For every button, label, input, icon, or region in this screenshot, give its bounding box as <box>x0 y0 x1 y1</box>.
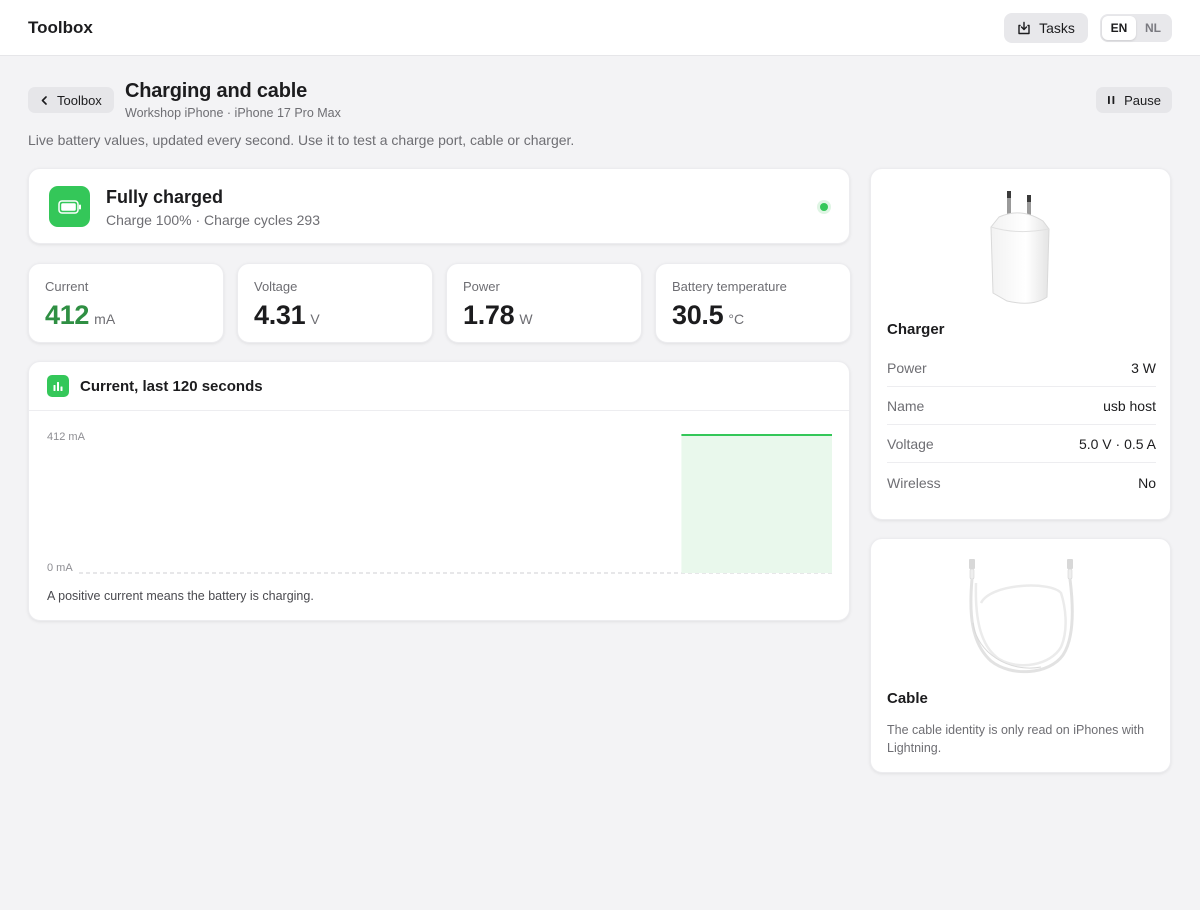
y-tick-label: 412 mA <box>47 431 86 443</box>
metric-number: 412 <box>45 300 90 330</box>
row-value: 3 W <box>1131 359 1156 376</box>
chart-title: Current, last 120 seconds <box>80 378 263 395</box>
page-title: Charging and cable <box>125 80 307 102</box>
top-bar: Toolbox Tasks EN NL <box>0 0 1200 56</box>
intro-text: Live battery values, updated every secon… <box>28 132 575 148</box>
metric-label: Battery temperature <box>672 279 787 294</box>
cable-title: Cable <box>887 690 928 707</box>
metric-label: Current <box>45 279 89 294</box>
language-en-option[interactable]: EN <box>1102 16 1136 40</box>
language-toggle: EN NL <box>1100 14 1172 42</box>
pause-label: Pause <box>1124 92 1161 108</box>
row-key: Name <box>887 397 925 414</box>
language-nl-option[interactable]: NL <box>1136 16 1170 40</box>
pause-icon <box>1108 96 1115 104</box>
charger-wireless-row: Wireless No <box>887 464 1156 502</box>
metric-unit: mA <box>94 311 116 327</box>
y-tick-label: 0 mA <box>47 562 73 574</box>
metric-voltage-card: Voltage 4.31 V <box>237 263 433 343</box>
charger-power-row: Power 3 W <box>887 349 1156 387</box>
cable-card: Cable The cable identity is only read on… <box>870 538 1171 773</box>
metric-number: 30.5 <box>672 300 724 330</box>
chart-header: Current, last 120 seconds <box>29 362 849 411</box>
metric-number: 4.31 <box>254 300 306 330</box>
series-area <box>681 435 832 573</box>
chevron-left-icon <box>41 95 47 105</box>
metric-unit: W <box>519 311 533 327</box>
back-button[interactable]: Toolbox <box>28 87 114 113</box>
current-chart-plot: 412 mA 0 mA <box>47 431 832 574</box>
metric-power-card: Power 1.78 W <box>446 263 642 343</box>
metric-label: Power <box>463 279 500 294</box>
tasks-button[interactable]: Tasks <box>1004 13 1088 43</box>
status-title: Fully charged <box>106 187 224 207</box>
battery-full-icon <box>57 199 81 214</box>
charger-image <box>990 191 1050 304</box>
charger-card: Charger Power 3 W Name usb host Voltage … <box>870 168 1171 520</box>
metric-temperature-card: Battery temperature 30.5 °C <box>655 263 851 343</box>
metric-value: 412 mA <box>45 300 115 331</box>
page-subtitle: Workshop iPhone · iPhone 17 Pro Max <box>125 106 341 120</box>
chart-note: A positive current means the battery is … <box>47 589 314 603</box>
metric-label: Voltage <box>254 279 298 294</box>
metric-current-card: Current 412 mA <box>28 263 224 343</box>
metric-unit: V <box>310 311 320 327</box>
status-subtitle: Charge 100% · Charge cycles 293 <box>106 212 321 228</box>
charger-voltage-row: Voltage 5.0 V · 0.5 A <box>887 425 1156 463</box>
row-value: usb host <box>1103 397 1156 414</box>
live-indicator-dot <box>817 200 831 214</box>
download-tray-icon <box>1018 21 1030 35</box>
row-key: Voltage <box>887 435 934 452</box>
metric-number: 1.78 <box>463 300 515 330</box>
metric-value: 30.5 °C <box>672 300 744 331</box>
current-chart-card: Current, last 120 seconds 412 mA 0 mA A p… <box>28 361 850 621</box>
battery-status-card: Fully charged Charge 100% · Charge cycle… <box>28 168 850 244</box>
metric-value: 1.78 W <box>463 300 533 331</box>
row-value: No <box>1138 475 1156 491</box>
bar-chart-icon <box>47 375 69 397</box>
row-value: 5.0 V · 0.5 A <box>1078 435 1156 452</box>
app-brand[interactable]: Toolbox <box>28 18 93 38</box>
cable-image <box>969 559 1074 674</box>
cable-note: The cable identity is only read on iPhon… <box>887 723 1145 755</box>
row-key: Power <box>887 359 927 376</box>
metric-value: 4.31 V <box>254 300 320 331</box>
charger-name-row: Name usb host <box>887 387 1156 425</box>
row-key: Wireless <box>887 475 941 491</box>
battery-badge <box>49 186 90 227</box>
tasks-label: Tasks <box>1039 20 1075 36</box>
charger-title: Charger <box>887 321 945 338</box>
pause-button[interactable]: Pause <box>1096 87 1172 113</box>
metric-unit: °C <box>728 311 745 327</box>
back-label: Toolbox <box>57 92 102 108</box>
